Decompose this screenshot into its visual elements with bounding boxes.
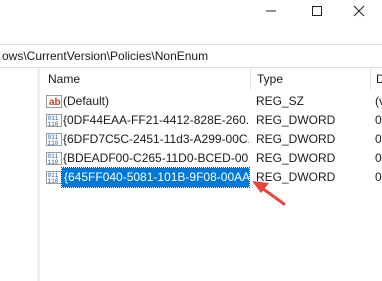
binary-value-icon: 011 110 — [46, 171, 62, 185]
minimize-icon — [266, 10, 276, 12]
value-data: 0 — [375, 151, 382, 165]
svg-text:110: 110 — [48, 178, 59, 185]
value-data: 0 — [375, 132, 382, 146]
address-path: ows\CurrentVersion\Policies\NonEnum — [2, 49, 209, 63]
column-header-data[interactable]: D — [376, 72, 382, 86]
svg-text:110: 110 — [48, 159, 59, 166]
binary-value-icon: 011 110 — [46, 114, 62, 128]
string-value-icon: ab — [46, 95, 62, 108]
value-type: REG_DWORD — [256, 113, 336, 127]
value-name: {6DFD7C5C-2451-11d3-A299-00C... — [63, 132, 249, 146]
key-tree-pane[interactable] — [0, 68, 37, 281]
value-row[interactable]: 011 110 {6DFD7C5C-2451-11d3-A299-00C... … — [40, 130, 382, 149]
column-divider[interactable] — [370, 68, 371, 90]
close-icon — [353, 5, 365, 17]
column-divider[interactable] — [250, 68, 251, 90]
maximize-button[interactable] — [294, 0, 340, 22]
title-bar — [0, 0, 382, 34]
svg-text:110: 110 — [48, 121, 59, 128]
value-row[interactable]: 011 110 {0DF44EAA-FF21-4412-828E-260... … — [40, 111, 382, 130]
values-list[interactable]: Name Type D ab (Default) REG_SZ (v 011 1… — [40, 68, 382, 281]
column-header-type[interactable]: Type — [257, 72, 283, 86]
value-row[interactable]: ab (Default) REG_SZ (v — [40, 92, 382, 111]
binary-value-icon: 011 110 — [46, 152, 62, 166]
value-type: REG_DWORD — [256, 170, 336, 184]
value-name: {BDEADF00-C265-11D0-BCED-00... — [63, 151, 249, 165]
value-type: REG_DWORD — [256, 151, 336, 165]
column-header-name[interactable]: Name — [48, 72, 80, 86]
value-data: 0 — [375, 170, 382, 184]
binary-value-icon: 011 110 — [46, 133, 62, 147]
value-row[interactable]: 011 110 {BDEADF00-C265-11D0-BCED-00... R… — [40, 149, 382, 168]
maximize-icon — [312, 6, 322, 16]
svg-text:110: 110 — [48, 140, 59, 147]
close-button[interactable] — [336, 0, 382, 22]
value-row-selected[interactable]: 011 110 {645FF040-5081-101B-9F08-00AA...… — [40, 167, 382, 188]
address-bar[interactable]: ows\CurrentVersion\Policies\NonEnum — [0, 44, 382, 68]
svg-text:ab: ab — [49, 97, 61, 108]
value-name: {645FF040-5081-101B-9F08-00AA... — [61, 167, 250, 188]
value-data: (v — [375, 94, 382, 108]
value-name: (Default) — [63, 94, 110, 108]
value-type: REG_SZ — [256, 94, 305, 108]
value-data: 0 — [375, 113, 382, 127]
value-name: {0DF44EAA-FF21-4412-828E-260... — [63, 113, 249, 127]
value-type: REG_DWORD — [256, 132, 336, 146]
minimize-button[interactable] — [248, 0, 294, 22]
